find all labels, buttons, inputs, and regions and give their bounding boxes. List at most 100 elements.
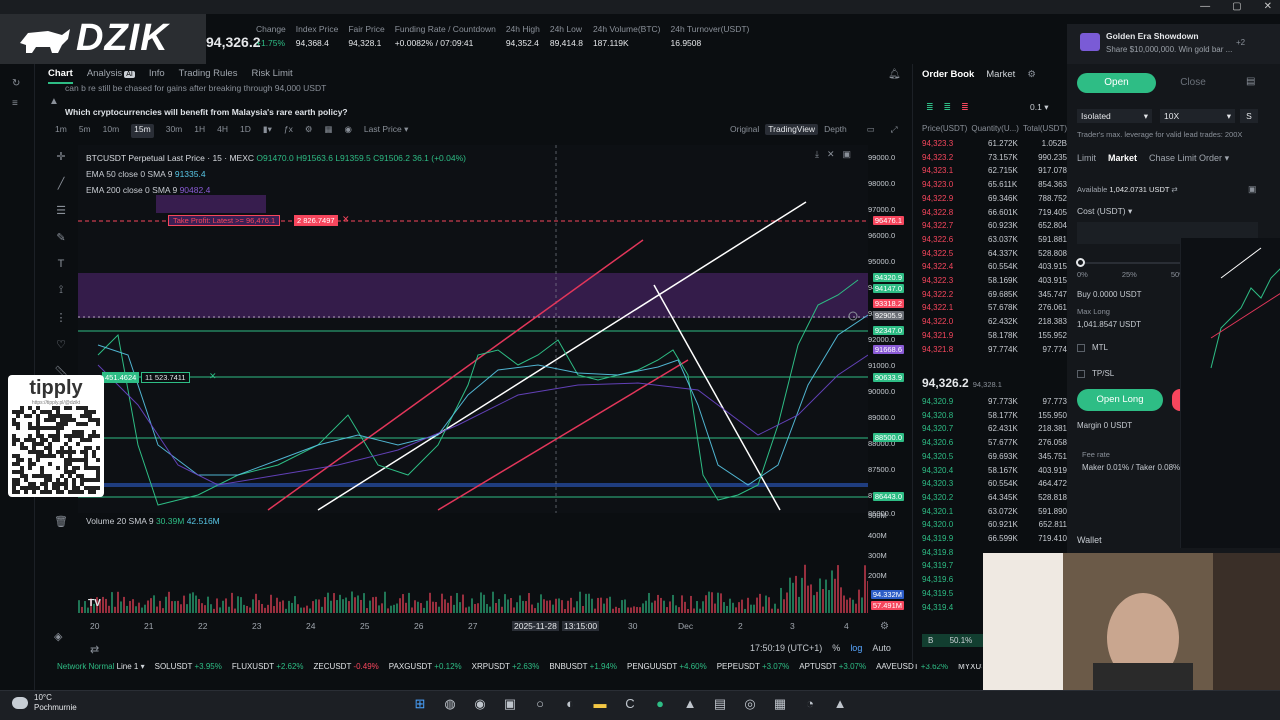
menu-icon[interactable]: ≡ [12,98,18,109]
collapse-icon[interactable]: ⤓ [815,149,819,160]
view-tradingview[interactable]: TradingView [765,124,819,135]
candle-type-icon[interactable]: ▮▾ [263,124,272,138]
bell-icon[interactable]: 🔔︎ [888,69,901,80]
ticker-item[interactable]: MYXUS [958,662,982,676]
ask-row[interactable]: 94,322.0 62.432K 218.383 [922,315,1067,328]
text-icon[interactable]: T [58,258,65,270]
mexc-icon[interactable]: ▲ [682,695,698,713]
discord-icon[interactable]: ◉ [472,695,488,713]
layout-toggle-icon[interactable]: ▭ [867,124,875,135]
ask-row[interactable]: 94,322.5 64.337K 528.808 [922,247,1067,260]
photos-icon[interactable]: ▲ [832,695,848,713]
interval-10m[interactable]: 10m [103,124,120,138]
chrome-icon[interactable]: ◍ [442,695,458,713]
tpsl-checkbox[interactable] [1077,370,1085,378]
margin-mode-select[interactable]: Isolated ▾ [1077,109,1152,123]
news-ticker[interactable]: can b re still be chased for gains after… [65,82,365,118]
ticker-item[interactable]: ZECUSDT -0.49% [314,662,379,676]
ticker-item[interactable]: PEPEUSDT +3.07% [717,662,790,676]
ticker-item[interactable]: AAVEUSDT +3.62% [876,662,948,676]
ticker-item[interactable]: FLUXUSDT +2.62% [232,662,304,676]
interval-5m[interactable]: 5m [79,124,91,138]
view-bids-icon[interactable]: ≣ [944,102,952,113]
ask-row[interactable]: 94,322.2 69.685K 345.747 [922,288,1067,301]
opera-icon[interactable]: ○ [532,695,548,713]
camera-icon[interactable]: ◉ [344,124,351,138]
folder-icon[interactable]: ▬ [592,695,608,713]
brush-icon[interactable]: ✎ [56,231,65,244]
ticker-item[interactable]: XRPUSDT +2.63% [472,662,540,676]
ask-row[interactable]: 94,322.3 58.169K 403.915 [922,274,1067,287]
refresh-icon[interactable]: ↻ [12,78,20,89]
order-type-market[interactable]: Market [1108,153,1137,164]
view-both-icon[interactable]: ≣ [926,102,934,113]
cost-label[interactable]: Cost (USDT) ▾ [1077,206,1132,217]
log-toggle[interactable]: log [850,643,862,653]
open-tab[interactable]: Open [1077,73,1156,93]
ask-row[interactable]: 94,323.0 65.611K 854.363 [922,178,1067,191]
view-depth[interactable]: Depth [824,124,847,135]
ask-row[interactable]: 94,322.6 63.037K 591.881 [922,233,1067,246]
bid-row[interactable]: 94,320.3 60.554K 464.472 [922,477,1067,490]
close-window-button[interactable]: ✕ [1264,0,1272,14]
view-original[interactable]: Original [730,124,759,135]
layout-icon[interactable]: ▦ [324,124,332,138]
edge-icon[interactable]: ◔ [802,695,818,713]
bid-row[interactable]: 94,320.7 62.431K 218.381 [922,422,1067,435]
bid-row[interactable]: 94,320.0 60.921K 652.811 [922,518,1067,531]
notepad-icon[interactable]: ▤ [712,695,728,713]
panel-settings-icon[interactable]: ⚙ [1027,69,1036,80]
percent-toggle[interactable]: % [832,643,840,653]
position-entry[interactable]: 451.4624 [102,372,140,383]
ticker-item[interactable]: SOLUSDT +3.95% [155,662,222,676]
tick-size-select[interactable]: 0.1 ▾ [1030,102,1048,113]
interval-1h[interactable]: 1H [194,124,205,138]
take-profit-order[interactable]: Take Profit: Latest >= 96,476.1 [168,215,281,226]
bid-row[interactable]: 94,320.4 58.167K 403.919 [922,464,1067,477]
crosshair-icon[interactable]: ✛ [56,150,65,163]
fib-icon[interactable]: ⋮ [56,311,67,324]
order-type-limit[interactable]: Limit [1077,153,1096,164]
order-type-chase-limit[interactable]: Chase Limit Order ▾ [1149,153,1229,164]
ccleaner-icon[interactable]: C [622,695,638,713]
ticker-item[interactable]: BNBUSDT +1.94% [549,662,617,676]
ask-row[interactable]: 94,322.1 57.678K 276.061 [922,301,1067,314]
interval-1m[interactable]: 1m [55,124,67,138]
maximize-pane-icon[interactable]: ▣ [843,149,852,160]
ask-row[interactable]: 94,322.7 60.923K 652.804 [922,219,1067,232]
calculator-icon[interactable]: ▤ [1246,76,1255,87]
favorite-icon[interactable]: ♡ [56,338,66,351]
ask-row[interactable]: 94,323.1 62.715K 917.078 [922,164,1067,177]
network-status[interactable]: Network Normal Line 1 ▾ [57,662,145,676]
ask-row[interactable]: 94,322.8 66.601K 719.405 [922,206,1067,219]
horizontal-lines-icon[interactable]: ☰ [56,204,66,217]
wallet-section[interactable]: Wallet [1077,535,1102,545]
compare-icon[interactable]: ⇄ [90,643,99,656]
trash-icon[interactable]: 🗑︎ [54,515,68,528]
ticker-item[interactable]: PAXGUSDT +0.12% [389,662,462,676]
start-icon[interactable]: ⊞ [412,695,428,713]
ticker-item[interactable]: PENGUUSDT +4.60% [627,662,707,676]
position-mode-button[interactable]: S [1240,109,1258,123]
indicators-icon[interactable]: ƒx [284,124,293,138]
maximize-button[interactable]: ▢ [1232,0,1241,14]
calculator-app-icon[interactable]: ▦ [772,695,788,713]
remove-icon[interactable]: ✕ [827,149,835,160]
slider-handle[interactable] [1076,258,1085,267]
ask-row[interactable]: 94,323.2 73.157K 990.235 [922,151,1067,164]
mtl-checkbox[interactable] [1077,344,1085,352]
ask-row[interactable]: 94,323.3 61.272K 1.052B [922,137,1067,150]
ask-row[interactable]: 94,321.8 97.774K 97.774 [922,343,1067,356]
fullscreen-icon[interactable]: ⤢ [891,124,898,135]
browser-icon[interactable]: ◎ [742,695,758,713]
close-position-icon[interactable]: ✕ [209,371,217,382]
interval-1d[interactable]: 1D [240,124,251,138]
app-icon[interactable]: ▣ [502,695,518,713]
ask-row[interactable]: 94,321.9 58.178K 155.952 [922,329,1067,342]
bid-row[interactable]: 94,320.1 63.072K 591.890 [922,505,1067,518]
interval-4h[interactable]: 4H [217,124,228,138]
leverage-select[interactable]: 10X ▾ [1160,109,1235,123]
bid-row[interactable]: 94,319.9 66.599K 719.410 [922,532,1067,545]
transfer-icon[interactable]: ▣ [1248,184,1257,195]
tab-order-book[interactable]: Order Book [922,69,974,80]
